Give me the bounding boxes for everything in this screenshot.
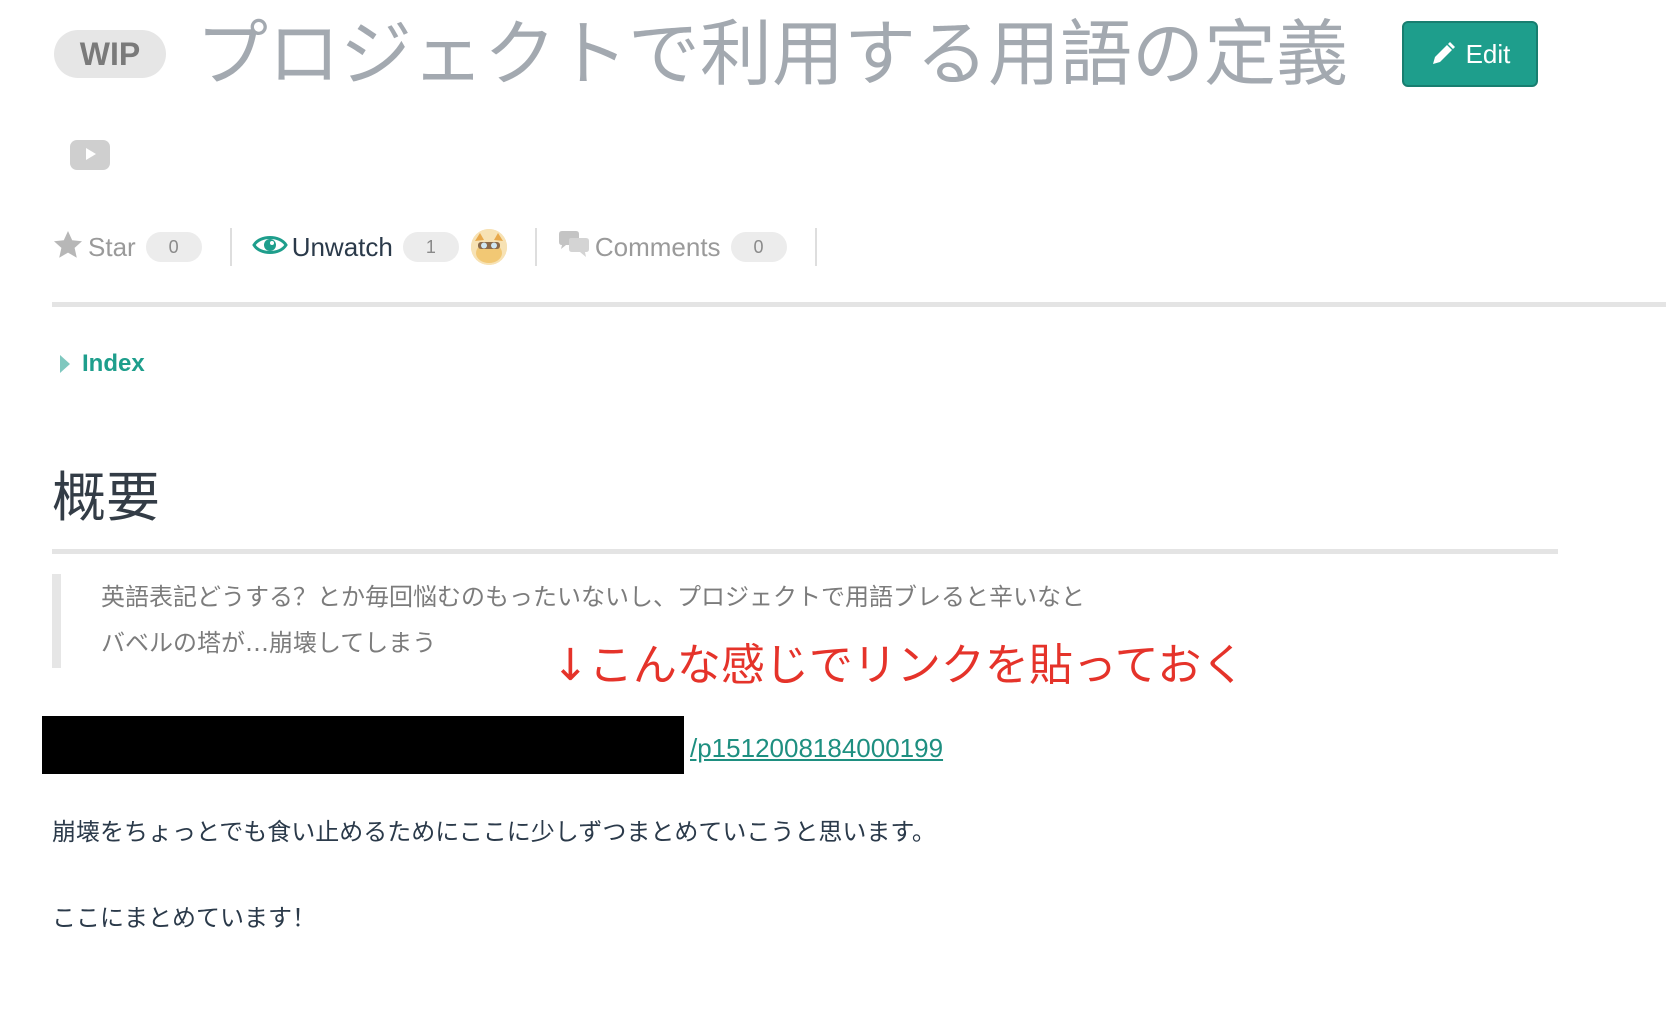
- edit-button-label: Edit: [1465, 38, 1511, 69]
- eye-icon: [251, 232, 288, 263]
- watch-count[interactable]: 1: [402, 232, 459, 262]
- header-divider: [52, 302, 1666, 307]
- annotation-text: ↓こんな感じでリンクを貼っておく: [552, 640, 1246, 691]
- index-caret-icon: [60, 355, 70, 373]
- slide-mode-button[interactable]: [70, 140, 110, 170]
- body-paragraph: 崩壊をちょっとでも食い止めるためにここに少しずつまとめていこうと思います。: [52, 818, 936, 846]
- post-link[interactable]: /p1512008184000199: [690, 730, 943, 766]
- post-page: WIP プロジェクトで利用する用語の定義 Edit Star 0 Unwatch…: [0, 0, 1666, 1012]
- watch-button[interactable]: Unwatch 1: [251, 224, 507, 270]
- wip-badge: WIP: [54, 30, 166, 78]
- index-label: Index: [82, 350, 145, 377]
- star-label: Star: [88, 231, 136, 262]
- video-play-icon: [83, 146, 97, 165]
- star-button[interactable]: Star 0: [52, 224, 202, 270]
- index-toggle[interactable]: Index: [60, 350, 145, 378]
- post-meta-bar: Star 0 Unwatch 1 Comments 0: [52, 224, 837, 270]
- comments-icon: [557, 230, 591, 265]
- comments-count: 0: [730, 232, 787, 262]
- meta-divider: [814, 228, 817, 266]
- heading-divider: [52, 549, 1558, 554]
- meta-divider: [229, 228, 232, 266]
- edit-button[interactable]: Edit: [1402, 21, 1538, 87]
- redacted-block: [42, 716, 684, 774]
- star-icon: [52, 229, 84, 266]
- body-paragraph: ここにまとめています！: [52, 904, 316, 932]
- star-count[interactable]: 0: [145, 232, 202, 262]
- page-title: プロジェクトで利用する用語の定義: [196, 12, 1349, 96]
- pencil-icon: [1430, 41, 1456, 67]
- watch-label: Unwatch: [291, 231, 393, 262]
- section-heading: 概要: [52, 466, 160, 529]
- meta-divider: [534, 228, 537, 266]
- comments-label: Comments: [594, 231, 721, 262]
- quote-line: 英語表記どうする？とか毎回悩むのもったいないし、プロジェクトで用語ブレると辛いな…: [101, 583, 1085, 611]
- watcher-avatar[interactable]: [470, 229, 507, 265]
- comments-link[interactable]: Comments 0: [557, 224, 787, 270]
